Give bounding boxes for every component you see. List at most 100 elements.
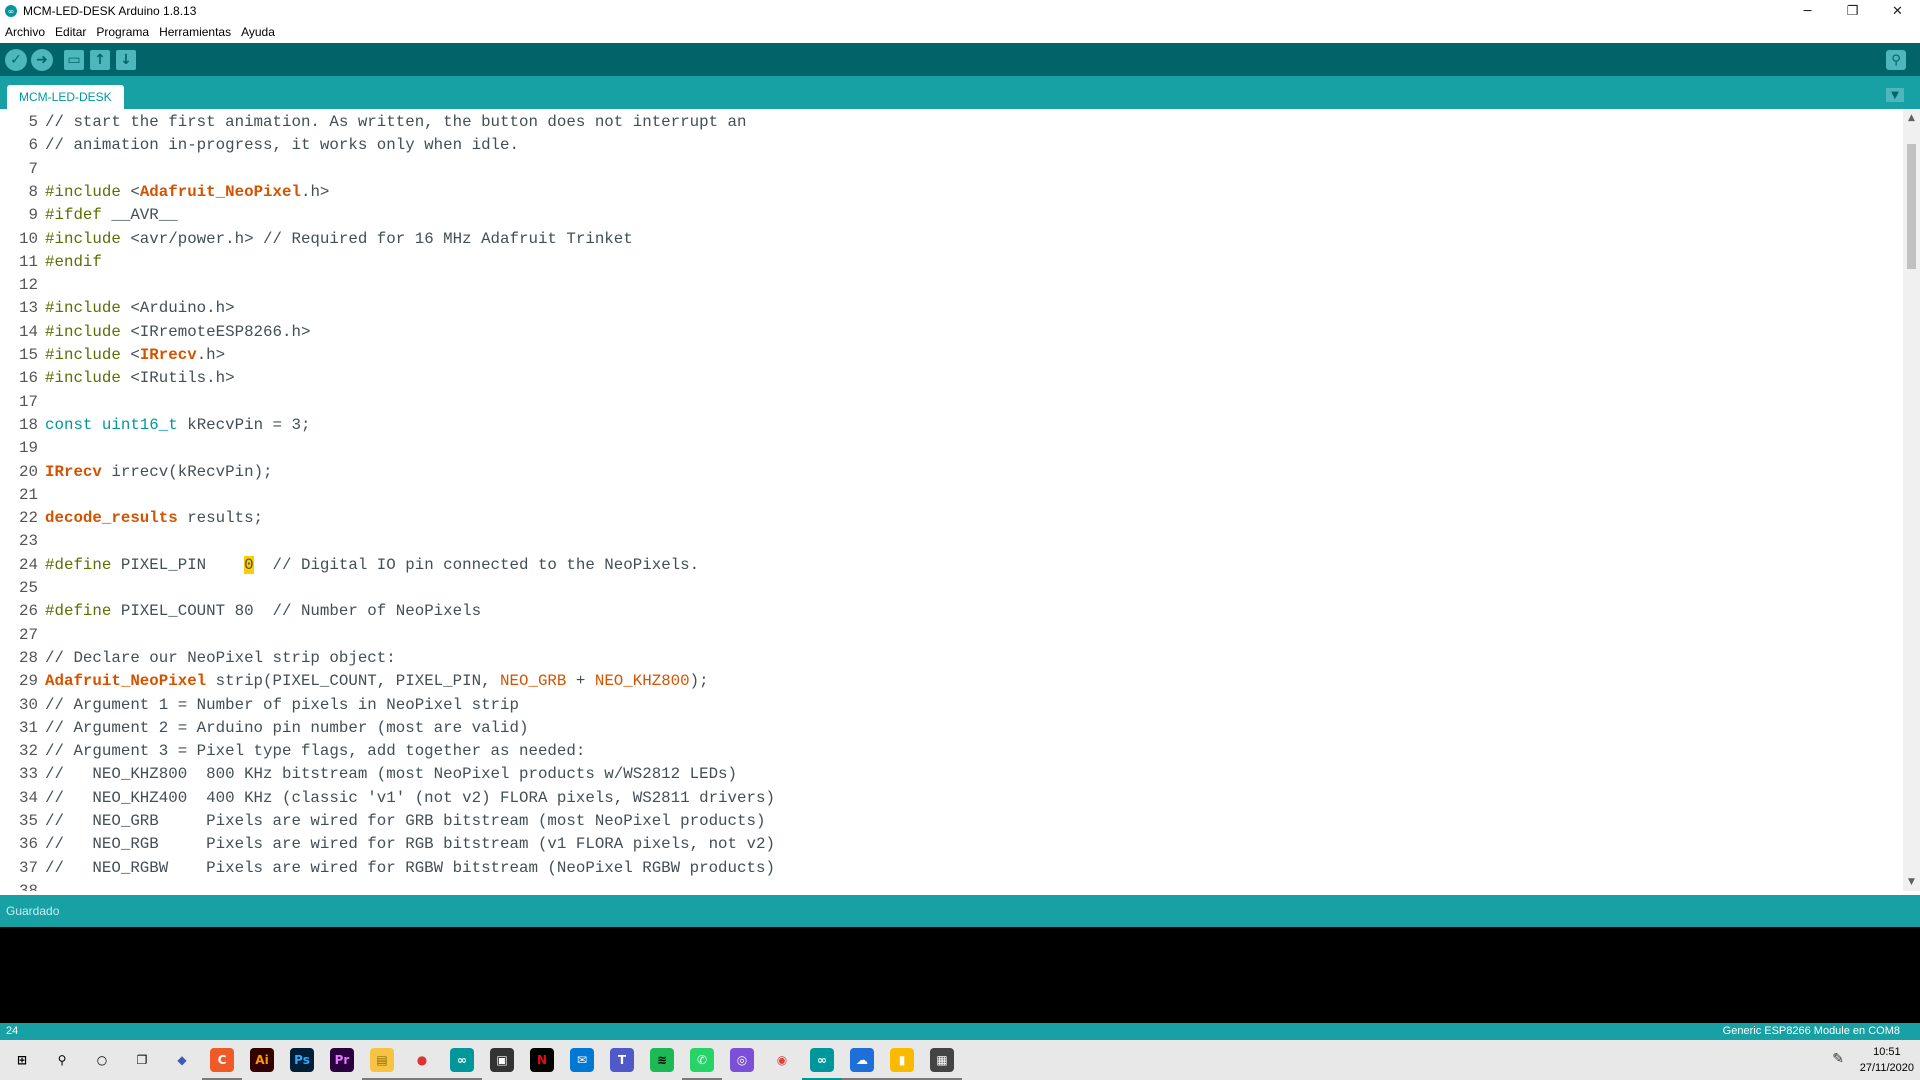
whatsapp-icon[interactable]: ✆ — [690, 1048, 714, 1072]
code-text: #include <avr/power.h> // Required for 1… — [45, 228, 633, 251]
code-line[interactable]: 34 // NEO_KHZ400 400 KHz (classic 'v1' (n… — [0, 787, 1880, 810]
file-explorer-icon[interactable]: ▤ — [370, 1048, 394, 1072]
app-blue-icon[interactable]: ◆ — [170, 1048, 194, 1072]
code-line[interactable]: 29 Adafruit_NeoPixel strip(PIXEL_COUNT, P… — [0, 670, 1880, 693]
code-line[interactable]: 30 // Argument 1 = Number of pixels in Ne… — [0, 694, 1880, 717]
code-line[interactable]: 35 // NEO_GRB Pixels are wired for GRB bi… — [0, 810, 1880, 833]
illustrator-icon[interactable]: Ai — [250, 1048, 274, 1072]
code-line[interactable]: 11 #endif — [0, 251, 1880, 274]
code-line[interactable]: 32 // Argument 3 = Pixel type flags, add … — [0, 740, 1880, 763]
line-number: 13 — [19, 299, 38, 318]
code-token: <IRremoteESP8266.h> — [120, 322, 311, 341]
code-line[interactable]: 12 — [0, 274, 1880, 297]
store-icon[interactable]: ▣ — [490, 1048, 514, 1072]
code-line[interactable]: 13 #include <Arduino.h> — [0, 297, 1880, 320]
code-line[interactable]: 26 #define PIXEL_COUNT 80 // Number of Ne… — [0, 600, 1880, 623]
chrome-icon[interactable]: ◉ — [770, 1048, 794, 1072]
verify-button[interactable]: ✓ — [5, 49, 27, 71]
code-line[interactable]: 23 — [0, 530, 1880, 553]
code-token: <IRutils.h> — [120, 369, 235, 388]
code-line[interactable]: 7 — [0, 158, 1880, 181]
code-line[interactable]: 16 #include <IRutils.h> — [0, 367, 1880, 390]
code-text: #include <Adafruit_NeoPixel.h> — [45, 181, 329, 204]
new-sketch-button[interactable]: ▭ — [64, 50, 84, 70]
menu-programa[interactable]: Programa — [91, 25, 154, 39]
start-icon[interactable]: ⊞ — [10, 1048, 34, 1072]
code-text: // Argument 1 = Number of pixels in NeoP… — [45, 694, 519, 717]
code-line[interactable]: 19 — [0, 437, 1880, 460]
code-token: #define — [45, 602, 112, 621]
code-line[interactable]: 27 — [0, 624, 1880, 647]
tab-mcm-led-desk[interactable]: MCM-LED-DESK — [7, 85, 124, 109]
console-output[interactable] — [0, 927, 1920, 1023]
app-purple-icon[interactable]: ◎ — [730, 1048, 754, 1072]
code-token: #endif — [45, 252, 102, 271]
arduino-running-icon[interactable]: ∞ — [810, 1048, 834, 1072]
code-line[interactable]: 28 // Declare our NeoPixel strip object: — [0, 647, 1880, 670]
scroll-down-arrow-icon[interactable]: ▼ — [1903, 875, 1920, 889]
spotify-icon[interactable]: ≋ — [650, 1048, 674, 1072]
menu-ayuda[interactable]: Ayuda — [236, 25, 280, 39]
photoshop-icon[interactable]: Ps — [290, 1048, 314, 1072]
scrollbar-thumb[interactable] — [1907, 144, 1916, 269]
premiere-icon[interactable]: Pr — [330, 1048, 354, 1072]
code-line[interactable]: 31 // Argument 2 = Arduino pin number (mo… — [0, 717, 1880, 740]
code-token: // Argument 3 = Pixel type flags, add to… — [45, 742, 586, 761]
code-line[interactable]: 14 #include <IRremoteESP8266.h> — [0, 321, 1880, 344]
code-line[interactable]: 18 const uint16_t kRecvPin = 3; — [0, 414, 1880, 437]
app-cube-icon[interactable]: ● — [410, 1048, 434, 1072]
scroll-up-arrow-icon[interactable]: ▲ — [1903, 111, 1920, 125]
code-line[interactable]: 25 — [0, 577, 1880, 600]
code-line[interactable]: 22 decode_results results; — [0, 507, 1880, 530]
code-token: .h> — [300, 182, 330, 201]
arduino-icon[interactable]: ∞ — [450, 1048, 474, 1072]
serial-monitor-button[interactable]: ⚲ — [1886, 50, 1906, 70]
line-number: 29 — [19, 672, 38, 691]
close-button[interactable]: ✕ — [1875, 0, 1920, 22]
code-token: <avr/power.h> // Required for 16 MHz Ada… — [120, 229, 633, 248]
mail-icon[interactable]: ✉ — [570, 1048, 594, 1072]
code-token: // NEO_KHZ400 400 KHz (classic 'v1' (not… — [45, 788, 775, 807]
app-cloud-icon[interactable]: ☁ — [850, 1048, 874, 1072]
code-line[interactable]: 6 // animation in-progress, it works only… — [0, 134, 1880, 157]
keep-icon[interactable]: ▮ — [890, 1048, 914, 1072]
cortana-icon[interactable]: ○ — [90, 1048, 114, 1072]
menu-editar[interactable]: Editar — [50, 25, 91, 39]
search-icon[interactable]: ⚲ — [50, 1048, 74, 1072]
code-line[interactable]: 20 IRrecv irrecv(kRecvPin); — [0, 461, 1880, 484]
code-text: Adafruit_NeoPixel strip(PIXEL_COUNT, PIX… — [45, 670, 709, 693]
menu-archivo[interactable]: Archivo — [0, 25, 50, 39]
code-text: const uint16_t kRecvPin = 3; — [45, 414, 310, 437]
upload-button[interactable]: ➜ — [31, 49, 53, 71]
code-line[interactable]: 15 #include <IRrecv.h> — [0, 344, 1880, 367]
system-clock[interactable]: 10:51 27/11/2020 — [1860, 1044, 1914, 1076]
calculator-icon[interactable]: ▦ — [930, 1048, 954, 1072]
minimize-button[interactable]: ─ — [1785, 0, 1830, 22]
pen-icon[interactable]: ✎ — [1832, 1051, 1844, 1067]
code-token: IRrecv — [45, 462, 102, 481]
code-line[interactable]: 9 #ifdef __AVR__ — [0, 204, 1880, 227]
code-line[interactable]: 8 #include <Adafruit_NeoPixel.h> — [0, 181, 1880, 204]
save-sketch-button[interactable]: ↓ — [116, 50, 136, 70]
code-line[interactable]: 21 — [0, 484, 1880, 507]
code-line[interactable]: 17 — [0, 391, 1880, 414]
vertical-scrollbar[interactable]: ▲ ▼ — [1903, 109, 1920, 891]
open-sketch-button[interactable]: ↑ — [90, 50, 110, 70]
line-number: 32 — [19, 742, 38, 761]
restore-button[interactable]: ❐ — [1830, 0, 1875, 22]
code-line[interactable]: 5 // start the first animation. As writte… — [0, 111, 1880, 134]
code-line[interactable]: 36 // NEO_RGB Pixels are wired for RGB bi… — [0, 833, 1880, 856]
code-editor[interactable]: 5 // start the first animation. As writte… — [0, 109, 1920, 891]
line-number: 23 — [19, 532, 38, 551]
code-line[interactable]: 10 #include <avr/power.h> // Required for… — [0, 228, 1880, 251]
netflix-icon[interactable]: N — [530, 1048, 554, 1072]
task-view-icon[interactable]: ❐ — [130, 1048, 154, 1072]
teams-icon[interactable]: T — [610, 1048, 634, 1072]
tab-menu-button[interactable]: ▼ — [1886, 88, 1904, 102]
code-line[interactable]: 38 — [0, 880, 1880, 891]
code-line[interactable]: 33 // NEO_KHZ800 800 KHz bitstream (most … — [0, 763, 1880, 786]
code-line[interactable]: 37 // NEO_RGBW Pixels are wired for RGBW … — [0, 857, 1880, 880]
code-line[interactable]: 24 #define PIXEL_PIN 0 // Digital IO pin … — [0, 554, 1880, 577]
app-red-icon[interactable]: C — [210, 1048, 234, 1072]
menu-herramientas[interactable]: Herramientas — [154, 25, 236, 39]
